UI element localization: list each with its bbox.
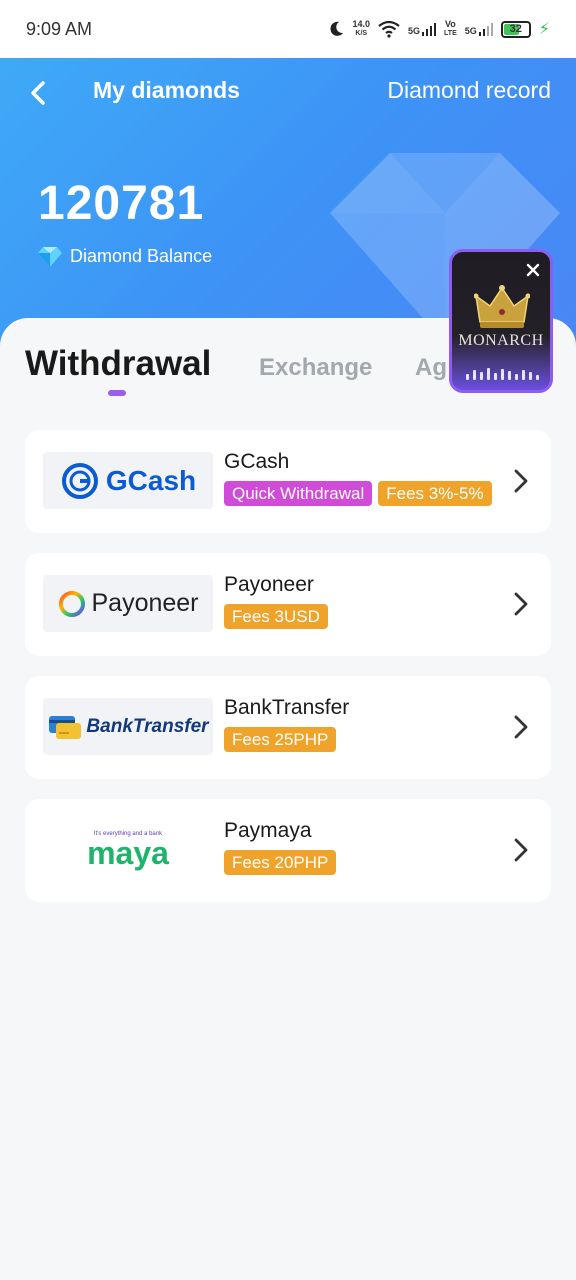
banktransfer-logo-text: BankTransfer (86, 715, 209, 737)
gcash-logo-text: GCash (105, 464, 197, 496)
method-tags: Quick Withdrawal Fees 3%-5% (224, 481, 492, 506)
monarch-title: MONARCH (458, 332, 544, 349)
diamond-balance-label: Diamond Balance (70, 246, 213, 266)
maya-logo: It's everything and a bank maya (43, 821, 213, 878)
wifi-icon (378, 20, 400, 38)
tag-fees: Fees 20PHP (224, 850, 337, 875)
chevron-right-icon (514, 838, 528, 862)
withdrawal-method-list: GCash GCash Quick Withdrawal Fees 3%-5% (25, 430, 551, 922)
diamond-balance-row: Diamond Balance (38, 246, 212, 267)
maya-logo-text: maya (87, 835, 169, 871)
tag-fees: Fees 3%-5% (378, 481, 492, 506)
top-nav: My diamonds Diamond record (0, 58, 576, 126)
method-name: Payoneer (224, 573, 314, 596)
monarch-floating-widget[interactable]: MONARCH (449, 249, 553, 393)
method-tags: Fees 20PHP (224, 850, 337, 875)
chevron-left-icon (31, 81, 45, 105)
active-tab-indicator (108, 390, 126, 396)
diamond-balance-value: 120781 (38, 177, 205, 230)
signal-icon-2: 5G (465, 22, 493, 36)
tag-fees: Fees 25PHP (224, 727, 337, 752)
method-paymaya[interactable]: It's everything and a bank maya Paymaya … (25, 799, 551, 902)
method-tags: Fees 25PHP (224, 727, 337, 752)
volte-indicator: Vo LTE (444, 19, 457, 38)
tab-agent[interactable]: Ag (415, 354, 447, 382)
status-time: 9:09 AM (26, 18, 93, 39)
signal-icon: 5G (408, 22, 437, 36)
chevron-right-icon (514, 469, 528, 493)
battery-icon: 32 (500, 20, 531, 38)
audio-equalizer-icon (466, 368, 539, 380)
payoneer-ring-icon (59, 590, 86, 617)
tag-fees: Fees 3USD (224, 604, 328, 629)
page-title: My diamonds (93, 77, 240, 103)
status-bar: 9:09 AM 14.0 K/S 5G Vo LTE 5G 32 ⚡ (0, 0, 576, 58)
content-panel: Withdrawal Exchange Ag GCash GCash Quick… (0, 318, 576, 1280)
method-name: GCash (224, 450, 290, 473)
charging-bolt-icon: ⚡ (538, 21, 550, 38)
status-icons: 14.0 K/S 5G Vo LTE 5G 32 ⚡ (327, 19, 550, 39)
tag-quick-withdrawal: Quick Withdrawal (224, 481, 373, 506)
diamond-icon (38, 246, 62, 267)
moon-icon (329, 21, 343, 36)
chevron-right-icon (514, 715, 528, 739)
diamond-record-link[interactable]: Diamond record (387, 77, 551, 104)
back-button[interactable] (24, 78, 52, 108)
payoneer-logo-text: Payoneer (91, 589, 199, 617)
crown-icon (474, 285, 530, 328)
method-tags: Fees 3USD (224, 604, 328, 629)
gcash-logo: GCash (43, 452, 213, 509)
tab-exchange[interactable]: Exchange (259, 354, 372, 382)
close-icon[interactable] (525, 262, 541, 278)
tab-withdrawal[interactable]: Withdrawal (25, 344, 211, 384)
network-speed: 14.0 K/S (352, 19, 371, 38)
banktransfer-logo: BankTransfer (43, 698, 213, 755)
payoneer-logo: Payoneer (43, 575, 213, 632)
chevron-right-icon (514, 592, 528, 616)
credit-card-icon (49, 715, 82, 739)
method-banktransfer[interactable]: BankTransfer BankTransfer Fees 25PHP (25, 676, 551, 779)
gcash-g-icon (61, 462, 98, 499)
method-payoneer[interactable]: Payoneer Payoneer Fees 3USD (25, 553, 551, 656)
method-name: Paymaya (224, 819, 312, 842)
method-name: BankTransfer (224, 696, 350, 719)
method-gcash[interactable]: GCash GCash Quick Withdrawal Fees 3%-5% (25, 430, 551, 533)
